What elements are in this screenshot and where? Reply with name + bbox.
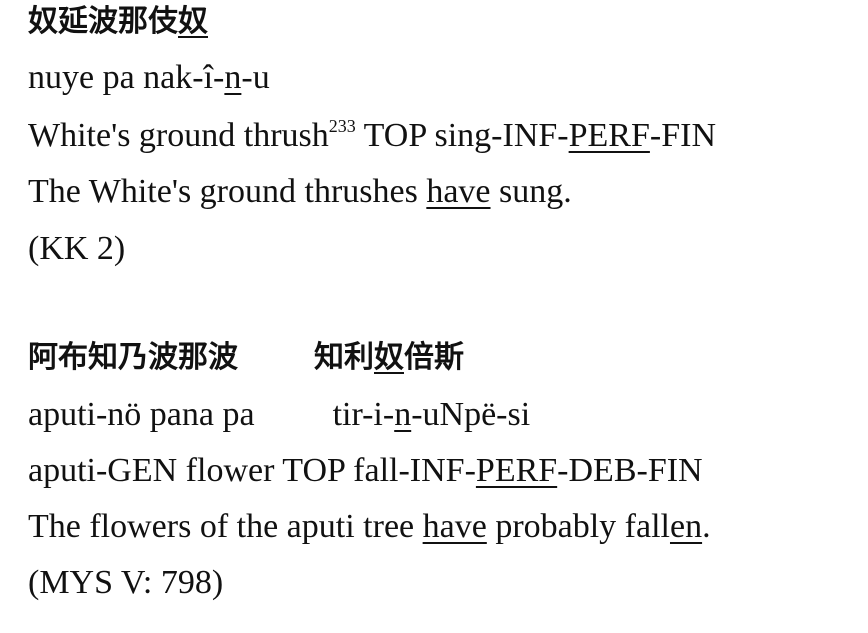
ex1-gloss-underlined: PERF [568,117,650,154]
ex1-gloss-suffix: -FIN [649,117,716,154]
ex1-source-line: (KK 2) [28,230,126,267]
ex2-transliteration-line: aputi-nö pana pa tir-i-n-uNpë-si [28,395,530,435]
ex1-script-underlined: 奴 [178,4,208,39]
ex2-gloss-suffix: -DEB-FIN [557,452,703,489]
ex2-translit-underlined: n [394,396,412,433]
ex1-gloss-text: White's ground thrush [28,117,329,154]
ex2-translit-part-b: tir-i- [332,396,395,433]
ex2-translit-suffix: -uNpë-si [411,396,531,433]
ex2-trans-suffix: . [702,508,711,545]
ex2-script-part-b: 知利 [314,340,374,375]
ex1-script-line: 奴延波那伎奴 [28,2,208,42]
ex2-source-line: (MYS V: 798) [28,564,224,601]
ex1-gloss-line: White's ground thrush233 TOP sing-INF-PE… [28,116,716,156]
ex2-trans-underlined-have: have [422,508,487,545]
ex1-translit-suffix: -u [241,59,270,96]
ex1-translit-underlined: n [224,59,242,96]
ex1-gloss-mid: TOP sing-INF- [355,117,569,154]
ex2-gloss-text: aputi-GEN flower TOP fall-INF- [28,452,476,489]
ex2-script-part-a: 阿布知乃波那波 [28,340,238,375]
ex2-trans-underlined-en: en [669,508,703,545]
ex2-gloss-line: aputi-GEN flower TOP fall-INF-PERF-DEB-F… [28,451,703,491]
ex2-translit-part-a: aputi-nö pana pa [28,396,255,433]
ex2-gloss-underlined: PERF [475,452,558,489]
ex1-transliteration-line: nuye pa nak-î-n-u [28,58,270,98]
ex1-trans-suffix: sung. [490,173,572,210]
ex2-script-part-b-suffix: 倍斯 [404,340,464,375]
ex1-translation-line: The White's ground thrushes have sung. [28,172,572,212]
ex1-script-text: 奴延波那伎 [28,4,178,39]
ex2-script-underlined: 奴 [374,340,404,375]
ex2-translation-line: The flowers of the aputi tree have proba… [28,507,711,547]
ex2-trans-text: The flowers of the aputi tree [28,508,423,545]
ex1-translit-text: nuye pa nak-î- [28,59,225,96]
ex2-trans-mid: probably fall [486,508,670,545]
document-page: 奴延波那伎奴 nuye pa nak-î-n-u White's ground … [0,0,868,633]
ex2-script-line: 阿布知乃波那波 知利奴倍斯 [28,338,464,378]
ex1-trans-underlined: have [426,173,491,210]
ex1-footnote-marker: 233 [328,116,356,136]
ex1-trans-text: The White's ground thrushes [28,173,427,210]
